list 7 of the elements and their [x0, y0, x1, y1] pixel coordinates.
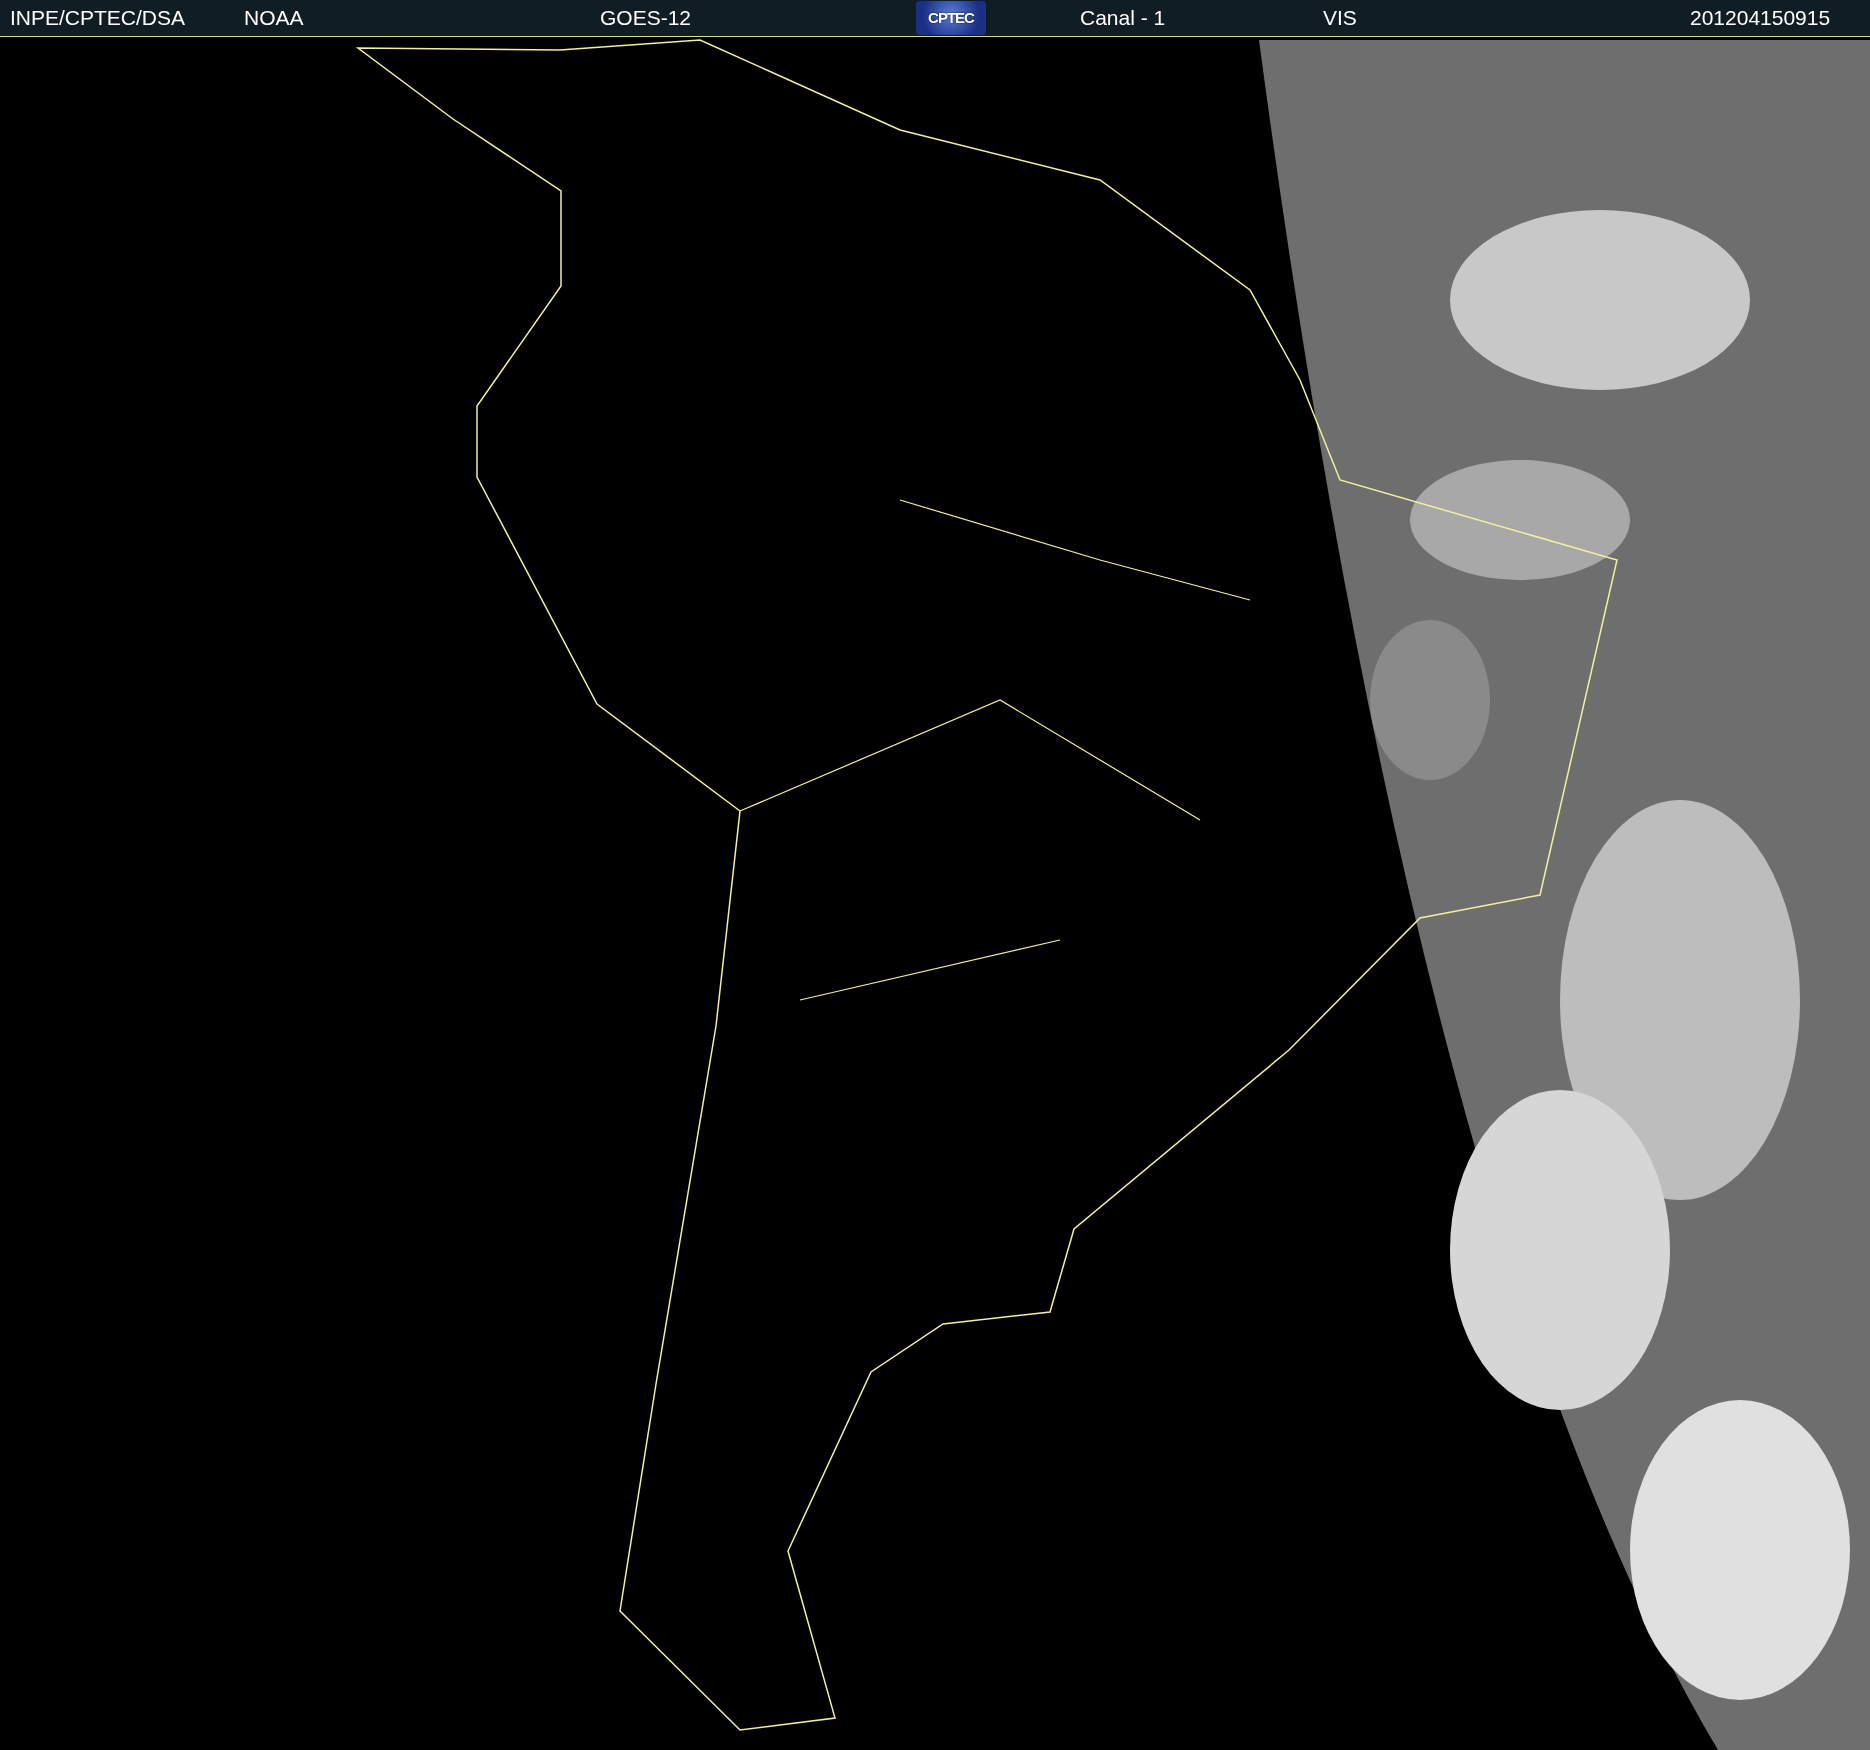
header-label: GOES-12 [600, 6, 692, 30]
header-label: INPE/CPTEC/DSA [10, 6, 186, 30]
header-label: 201204150915 [1690, 6, 1831, 30]
header-label: Canal - 1 [1080, 6, 1166, 30]
header-label: VIS [1323, 6, 1357, 30]
header-label: NOAA [244, 6, 304, 30]
logo: CPTEC [916, 1, 986, 35]
